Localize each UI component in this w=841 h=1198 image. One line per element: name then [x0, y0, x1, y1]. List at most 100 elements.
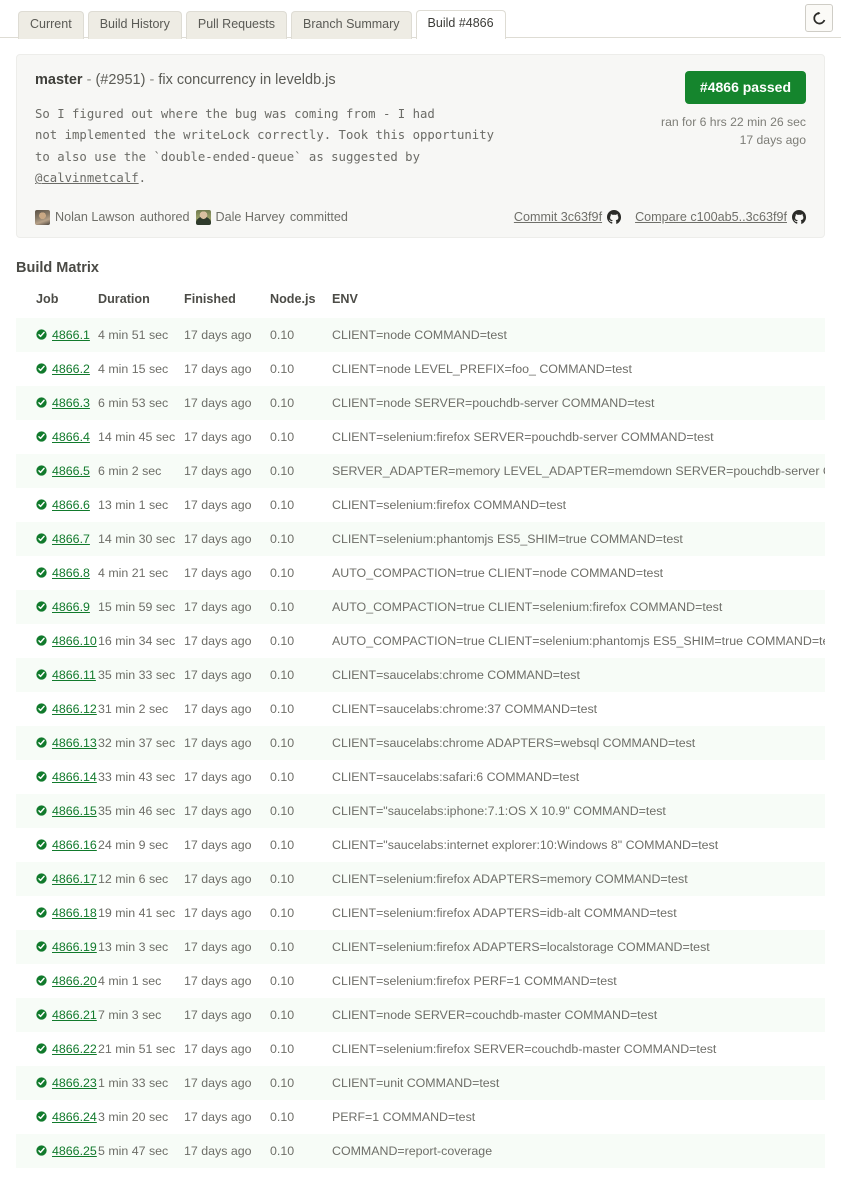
cell-env: AUTO_COMPACTION=true CLIENT=node COMMAND… — [332, 556, 825, 590]
cell-job: 4866.1 — [16, 318, 98, 352]
cell-finished: 17 days ago — [184, 386, 270, 420]
job-link[interactable]: 4866.17 — [52, 872, 97, 886]
status-passed-icon — [36, 363, 47, 374]
cell-duration: 7 min 3 sec — [98, 998, 184, 1032]
table-row[interactable]: 4866.1913 min 3 sec17 days ago0.10CLIENT… — [16, 930, 825, 964]
table-row[interactable]: 4866.714 min 30 sec17 days ago0.10CLIENT… — [16, 522, 825, 556]
finished-when-text: 17 days ago — [661, 132, 806, 150]
cell-env: CLIENT=node LEVEL_PREFIX=foo_ COMMAND=te… — [332, 352, 825, 386]
cell-duration: 35 min 46 sec — [98, 794, 184, 828]
column-header-env[interactable]: ENV — [332, 292, 825, 318]
job-link[interactable]: 4866.7 — [52, 532, 90, 546]
table-row[interactable]: 4866.1712 min 6 sec17 days ago0.10CLIENT… — [16, 862, 825, 896]
table-row[interactable]: 4866.1624 min 9 sec17 days ago0.10CLIENT… — [16, 828, 825, 862]
column-header-duration[interactable]: Duration — [98, 292, 184, 318]
compare-link[interactable]: Compare c100ab5..3c63f9f — [635, 210, 806, 224]
job-link[interactable]: 4866.5 — [52, 464, 90, 478]
cell-nodejs: 0.10 — [270, 998, 332, 1032]
cell-env: AUTO_COMPACTION=true CLIENT=selenium:fir… — [332, 590, 825, 624]
table-row[interactable]: 4866.204 min 1 sec17 days ago0.10CLIENT=… — [16, 964, 825, 998]
table-row[interactable]: 4866.613 min 1 sec17 days ago0.10CLIENT=… — [16, 488, 825, 522]
table-row[interactable]: 4866.915 min 59 sec17 days ago0.10AUTO_C… — [16, 590, 825, 624]
column-header-nodejs[interactable]: Node.js — [270, 292, 332, 318]
table-row[interactable]: 4866.84 min 21 sec17 days ago0.10AUTO_CO… — [16, 556, 825, 590]
refresh-button[interactable] — [805, 4, 833, 32]
table-row[interactable]: 4866.414 min 45 sec17 days ago0.10CLIENT… — [16, 420, 825, 454]
cell-finished: 17 days ago — [184, 726, 270, 760]
job-link[interactable]: 4866.1 — [52, 328, 90, 342]
job-link[interactable]: 4866.22 — [52, 1042, 97, 1056]
cell-env: CLIENT=node SERVER=couchdb-master COMMAN… — [332, 998, 825, 1032]
table-row[interactable]: 4866.1135 min 33 sec17 days ago0.10CLIEN… — [16, 658, 825, 692]
job-link[interactable]: 4866.8 — [52, 566, 90, 580]
job-link[interactable]: 4866.6 — [52, 498, 90, 512]
job-link[interactable]: 4866.9 — [52, 600, 90, 614]
column-header-job[interactable]: Job — [16, 292, 98, 318]
table-row[interactable]: 4866.231 min 33 sec17 days ago0.10CLIENT… — [16, 1066, 825, 1100]
cell-nodejs: 0.10 — [270, 794, 332, 828]
cell-job: 4866.25 — [16, 1134, 98, 1168]
cell-finished: 17 days ago — [184, 998, 270, 1032]
compare-link-label[interactable]: Compare c100ab5..3c63f9f — [635, 210, 787, 224]
table-row[interactable]: 4866.14 min 51 sec17 days ago0.10CLIENT=… — [16, 318, 825, 352]
job-link[interactable]: 4866.14 — [52, 770, 97, 784]
tab-build-4866[interactable]: Build #4866 — [416, 10, 506, 39]
cell-finished: 17 days ago — [184, 1100, 270, 1134]
commit-summary-panel: master - (#2951) - fix concurrency in le… — [16, 54, 825, 238]
job-link[interactable]: 4866.3 — [52, 396, 90, 410]
table-row[interactable]: 4866.1332 min 37 sec17 days ago0.10CLIEN… — [16, 726, 825, 760]
job-link[interactable]: 4866.4 — [52, 430, 90, 444]
table-row[interactable]: 4866.1016 min 34 sec17 days ago0.10AUTO_… — [16, 624, 825, 658]
github-icon — [607, 210, 621, 224]
job-link[interactable]: 4866.2 — [52, 362, 90, 376]
table-row[interactable]: 4866.217 min 3 sec17 days ago0.10CLIENT=… — [16, 998, 825, 1032]
table-row[interactable]: 4866.1535 min 46 sec17 days ago0.10CLIEN… — [16, 794, 825, 828]
job-link[interactable]: 4866.24 — [52, 1110, 97, 1124]
cell-finished: 17 days ago — [184, 692, 270, 726]
cell-finished: 17 days ago — [184, 590, 270, 624]
table-row[interactable]: 4866.56 min 2 sec17 days ago0.10SERVER_A… — [16, 454, 825, 488]
job-link[interactable]: 4866.11 — [52, 668, 96, 682]
job-link[interactable]: 4866.15 — [52, 804, 97, 818]
mention-link-calvinmetcalf[interactable]: @calvinmetcalf — [35, 171, 139, 185]
table-row[interactable]: 4866.255 min 47 sec17 days ago0.10COMMAN… — [16, 1134, 825, 1168]
build-page: Current Build History Pull Requests Bran… — [0, 0, 841, 1198]
job-link[interactable]: 4866.13 — [52, 736, 97, 750]
tab-pull-requests[interactable]: Pull Requests — [186, 11, 287, 39]
cell-job: 4866.23 — [16, 1066, 98, 1100]
job-link[interactable]: 4866.23 — [52, 1076, 97, 1090]
cell-job: 4866.5 — [16, 454, 98, 488]
tab-build-history[interactable]: Build History — [88, 11, 182, 39]
refresh-icon — [812, 11, 827, 26]
status-passed-icon — [36, 1077, 47, 1088]
table-row[interactable]: 4866.1231 min 2 sec17 days ago0.10CLIENT… — [16, 692, 825, 726]
job-link[interactable]: 4866.16 — [52, 838, 97, 852]
job-link[interactable]: 4866.19 — [52, 940, 97, 954]
cell-duration: 12 min 6 sec — [98, 862, 184, 896]
job-link[interactable]: 4866.10 — [52, 634, 97, 648]
cell-nodejs: 0.10 — [270, 1032, 332, 1066]
job-link[interactable]: 4866.25 — [52, 1144, 97, 1158]
cell-env: CLIENT=selenium:firefox ADAPTERS=idb-alt… — [332, 896, 825, 930]
table-row[interactable]: 4866.2221 min 51 sec17 days ago0.10CLIEN… — [16, 1032, 825, 1066]
tab-branch-summary[interactable]: Branch Summary — [291, 11, 412, 39]
column-header-finished[interactable]: Finished — [184, 292, 270, 318]
job-link[interactable]: 4866.18 — [52, 906, 97, 920]
cell-env: CLIENT="saucelabs:internet explorer:10:W… — [332, 828, 825, 862]
table-row[interactable]: 4866.243 min 20 sec17 days ago0.10PERF=1… — [16, 1100, 825, 1134]
tab-current[interactable]: Current — [18, 11, 84, 39]
table-row[interactable]: 4866.24 min 15 sec17 days ago0.10CLIENT=… — [16, 352, 825, 386]
table-row[interactable]: 4866.1433 min 43 sec17 days ago0.10CLIEN… — [16, 760, 825, 794]
job-link[interactable]: 4866.20 — [52, 974, 97, 988]
commit-link-label[interactable]: Commit 3c63f9f — [514, 210, 602, 224]
job-link[interactable]: 4866.12 — [52, 702, 97, 716]
job-link[interactable]: 4866.21 — [52, 1008, 97, 1022]
status-passed-icon — [36, 397, 47, 408]
commit-message-line-2: not implemented the writeLock correctly.… — [35, 128, 494, 142]
table-row[interactable]: 4866.1819 min 41 sec17 days ago0.10CLIEN… — [16, 896, 825, 930]
table-row[interactable]: 4866.36 min 53 sec17 days ago0.10CLIENT=… — [16, 386, 825, 420]
commit-message: So I figured out where the bug was comin… — [35, 104, 494, 190]
commit-link[interactable]: Commit 3c63f9f — [514, 210, 621, 224]
cell-duration: 4 min 15 sec — [98, 352, 184, 386]
cell-env: PERF=1 COMMAND=test — [332, 1100, 825, 1134]
